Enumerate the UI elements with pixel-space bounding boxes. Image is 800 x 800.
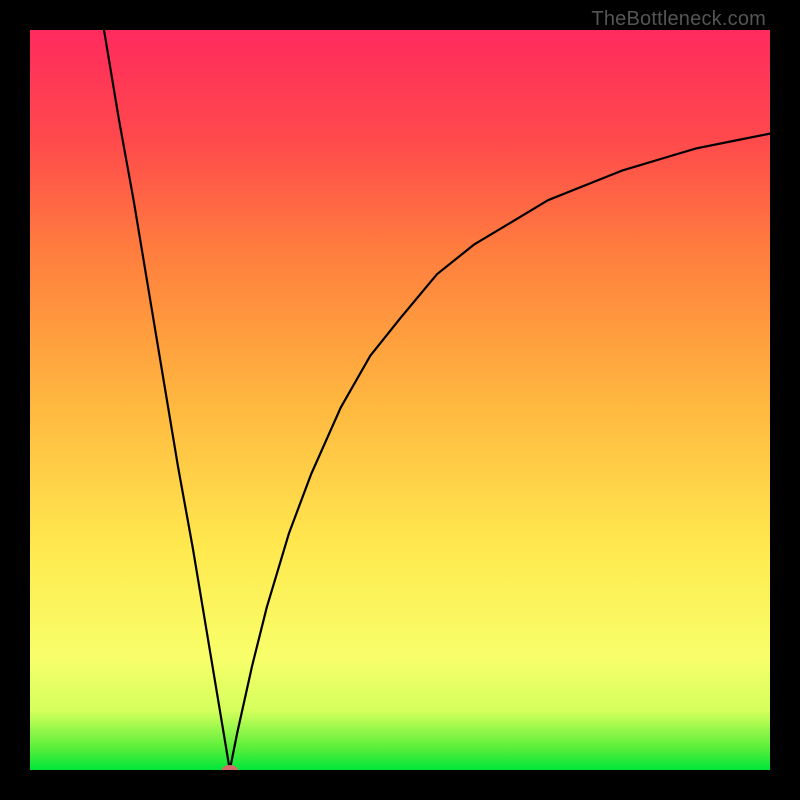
attribution-label: TheBottleneck.com: [591, 8, 766, 31]
plot-area: [30, 30, 770, 770]
bottleneck-curve-svg: [30, 30, 770, 770]
chart-frame: TheBottleneck.com: [0, 0, 800, 800]
minimum-marker: [222, 765, 238, 770]
bottleneck-curve-path: [104, 30, 770, 770]
